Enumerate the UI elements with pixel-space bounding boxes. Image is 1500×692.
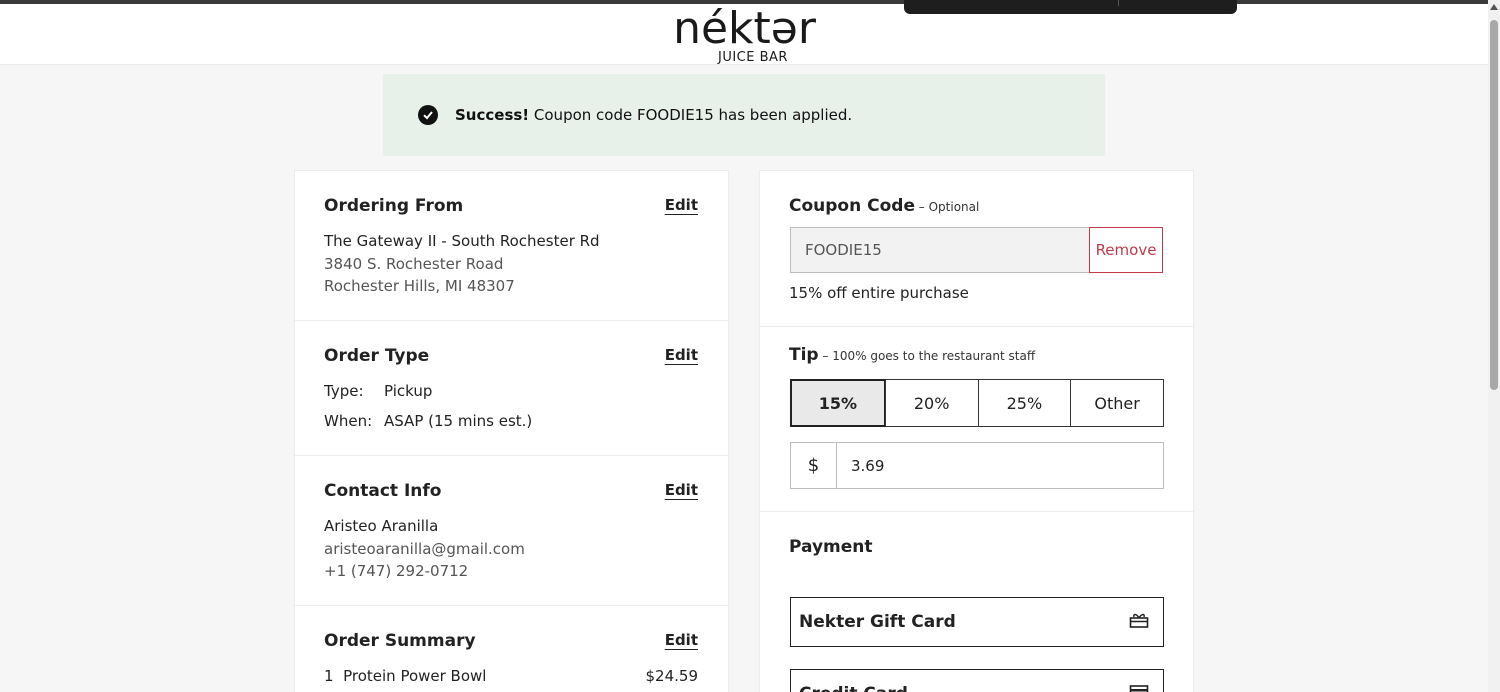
edit-order-type-link[interactable]: Edit (665, 346, 698, 364)
type-label: Type: (324, 382, 364, 400)
store-address-line1: 3840 S. Rochester Road (324, 255, 504, 273)
ordering-from-section: Ordering From Edit The Gateway II - Sout… (295, 171, 728, 321)
tip-option-25[interactable]: 25% (977, 379, 1072, 427)
store-name: The Gateway II - South Rochester Rd (324, 232, 600, 250)
tip-options: 15% 20% 25% Other (790, 379, 1164, 427)
alert-strong: Success! (455, 106, 530, 124)
tip-title: Tip – 100% goes to the restaurant staff (789, 345, 1035, 365)
coupon-section: Coupon Code – Optional FOODIE15 Remove 1… (760, 171, 1193, 327)
item-name: Protein Power Bowl (343, 667, 487, 685)
tip-option-20[interactable]: 20% (884, 379, 979, 427)
coupon-code-input[interactable]: FOODIE15 (790, 227, 1090, 273)
summary-item-row: 1 Protein Power Bowl (324, 667, 486, 685)
order-type-row: Type: Pickup (324, 382, 432, 400)
gift-card-icon (1129, 611, 1149, 634)
alert-body: Coupon code FOODIE15 has been applied. (529, 106, 853, 124)
overlay-toolbar[interactable] (904, 0, 1237, 14)
store-address-line2: Rochester Hills, MI 48307 (324, 277, 515, 295)
order-type-section: Order Type Edit Type: Pickup When: ASAP (1… (295, 321, 728, 456)
check-circle-icon (418, 105, 438, 125)
tip-amount-field[interactable]: $ 3.69 (790, 442, 1164, 489)
credit-card-icon (1129, 684, 1149, 692)
edit-order-summary-link[interactable]: Edit (665, 631, 698, 649)
item-qty: 1 (324, 667, 334, 685)
contact-info-title: Contact Info (324, 481, 442, 501)
item-price: $24.59 (645, 667, 699, 685)
contact-email: aristeoaranilla@gmail.com (324, 540, 525, 558)
contact-name: Aristeo Aranilla (324, 517, 439, 535)
tip-option-15[interactable]: 15% (790, 379, 886, 427)
contact-info-section: Contact Info Edit Aristeo Aranilla arist… (295, 456, 728, 606)
contact-phone: +1 (747) 292-0712 (324, 562, 469, 580)
tip-option-other[interactable]: Other (1070, 379, 1164, 427)
gift-card-label: Nekter Gift Card (799, 612, 956, 632)
credit-card-option[interactable]: Credit Card (790, 669, 1164, 692)
order-summary-title: Order Summary (324, 631, 476, 651)
edit-ordering-from-link[interactable]: Edit (665, 196, 698, 214)
success-alert: Success! Coupon code FOODIE15 has been a… (383, 74, 1105, 156)
edit-contact-info-link[interactable]: Edit (665, 481, 698, 499)
order-type-title: Order Type (324, 346, 430, 366)
order-details-panel: Ordering From Edit The Gateway II - Sout… (294, 170, 729, 692)
coupon-title-text: Coupon Code (789, 196, 915, 216)
payment-title: Payment (789, 537, 873, 557)
currency-symbol: $ (791, 443, 837, 488)
coupon-description: 15% off entire purchase (789, 284, 969, 302)
tip-note: – 100% goes to the restaurant staff (818, 349, 1036, 363)
site-header: néktər JUICE BAR (0, 4, 1488, 65)
order-summary-section: Order Summary Edit 1 Protein Power Bowl … (295, 606, 728, 692)
scroll-thumb[interactable] (1490, 20, 1498, 390)
when-label: When: (324, 412, 373, 430)
coupon-title: Coupon Code – Optional (789, 196, 979, 216)
brand-logo[interactable]: néktər JUICE BAR (672, 3, 817, 65)
coupon-optional-note: – Optional (914, 200, 980, 214)
checkout-panel: Coupon Code – Optional FOODIE15 Remove 1… (759, 170, 1194, 692)
alert-message: Success! Coupon code FOODIE15 has been a… (455, 106, 852, 124)
gift-card-option[interactable]: Nekter Gift Card (790, 597, 1164, 647)
ordering-from-title: Ordering From (324, 196, 464, 216)
page-scrollbar[interactable] (1488, 0, 1500, 692)
tip-title-text: Tip (789, 345, 819, 365)
type-value: Pickup (384, 382, 433, 400)
remove-coupon-button[interactable]: Remove (1089, 227, 1163, 273)
scroll-up-arrow-icon[interactable] (1490, 4, 1498, 10)
credit-card-label: Credit Card (799, 684, 908, 692)
brand-name: néktər (673, 3, 816, 54)
when-value: ASAP (15 mins est.) (384, 412, 533, 430)
order-when-row: When: ASAP (15 mins est.) (324, 412, 532, 430)
tip-amount-value[interactable]: 3.69 (837, 443, 884, 488)
